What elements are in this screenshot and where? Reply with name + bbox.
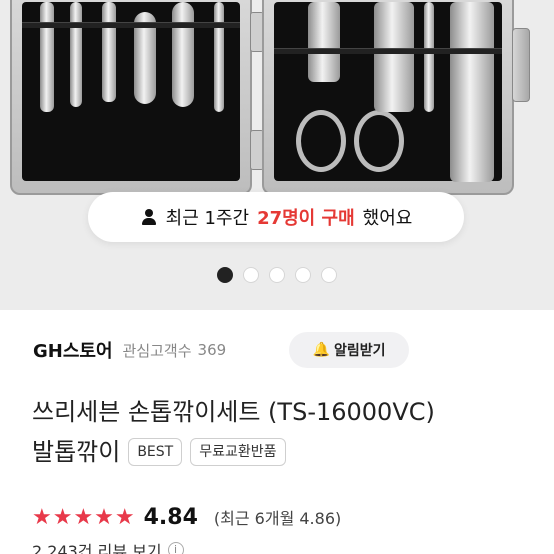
carousel-dot[interactable] [269, 267, 285, 283]
product-title: 쓰리세븐 손톱깎이세트 (TS-16000VC) 발톱깎이 BEST 무료교환반… [32, 392, 537, 472]
recent-purchase-banner: 최근 1주간 27명이 구매 했어요 [88, 192, 464, 242]
review-link[interactable]: 2,243건 리뷰 보기 i [32, 538, 184, 554]
product-title-line2: 발톱깎이 [32, 438, 121, 466]
store-row: GH스토어 관심고객수 369 🔔 알림받기 [33, 330, 523, 370]
info-icon[interactable]: i [167, 542, 184, 554]
person-icon [140, 208, 158, 226]
toast-suffix: 했어요 [362, 208, 413, 229]
bell-plus-icon: 🔔 [312, 342, 330, 358]
carousel-dot[interactable] [217, 267, 233, 283]
carousel-dots [0, 267, 554, 283]
recent-rating: (최근 6개월 4.86) [213, 509, 342, 528]
toast-prefix: 최근 1주간 [165, 208, 250, 229]
favorite-customers-label: 관심고객수 [122, 341, 192, 360]
product-image-carousel[interactable]: 최근 1주간 27명이 구매 했어요 [0, 0, 554, 310]
store-name[interactable]: GH스토어 [33, 337, 113, 363]
toast-highlight: 27명이 구매 [257, 208, 355, 229]
product-title-line1: 쓰리세븐 손톱깎이세트 (TS-16000VC) [32, 398, 435, 426]
notify-button-label: 알림받기 [333, 343, 386, 359]
manicure-case-left [10, 0, 252, 195]
free-return-badge: 무료교환반품 [190, 438, 286, 466]
notify-button[interactable]: 🔔 알림받기 [289, 332, 409, 368]
carousel-dot[interactable] [295, 267, 311, 283]
review-count-label: 2,243건 리뷰 보기 [32, 542, 162, 554]
best-badge: BEST [128, 438, 183, 466]
carousel-dot[interactable] [243, 267, 259, 283]
carousel-dot[interactable] [321, 267, 337, 283]
favorite-customers-count: 369 [197, 341, 227, 359]
star-rating-icons: ★★★★★ [32, 504, 136, 530]
rating-row[interactable]: ★★★★★ 4.84 (최근 6개월 4.86) [32, 500, 341, 534]
rating-score: 4.84 [143, 504, 198, 530]
manicure-case-right [262, 0, 514, 195]
